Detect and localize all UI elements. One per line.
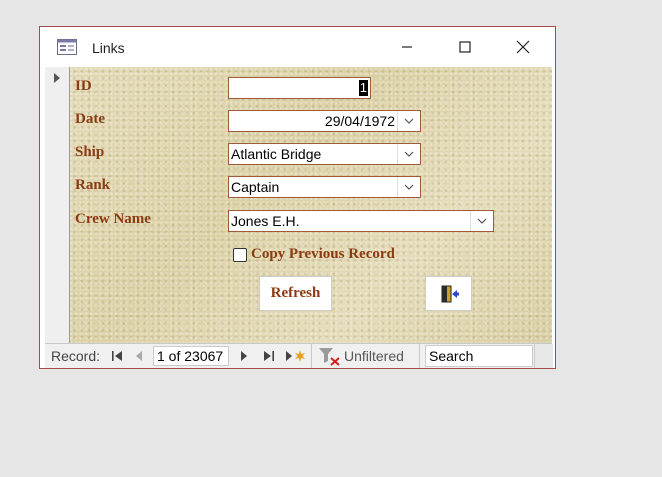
filter-toggle-button[interactable] — [318, 344, 342, 368]
horizontal-scrollbar[interactable] — [534, 344, 553, 368]
previous-record-icon — [136, 351, 142, 361]
ship-label: Ship — [75, 144, 105, 160]
date-dropdown-button[interactable] — [397, 111, 420, 131]
first-record-button[interactable] — [111, 344, 123, 368]
rank-label: Rank — [75, 177, 111, 193]
chevron-down-icon — [404, 184, 414, 190]
id-value: 1 — [358, 80, 368, 96]
minimize-button[interactable] — [385, 34, 429, 60]
copy-previous-record-option[interactable]: Copy Previous Record — [233, 246, 395, 263]
filter-off-icon — [319, 348, 340, 366]
date-value: 29/04/1972 — [324, 113, 395, 129]
filter-status-label[interactable]: Unfiltered — [344, 344, 404, 368]
next-record-button[interactable] — [239, 344, 249, 368]
date-field[interactable]: 29/04/1972 — [228, 110, 421, 132]
copy-previous-record-label: Copy Previous Record — [251, 246, 395, 262]
crew-name-dropdown-button[interactable] — [470, 211, 493, 231]
chevron-down-icon — [477, 218, 487, 224]
ship-value: Atlantic Bridge — [231, 146, 322, 162]
rank-value: Captain — [231, 179, 280, 195]
crew-name-value: Jones E.H. — [231, 213, 300, 229]
close-icon — [516, 40, 530, 54]
copy-previous-record-checkbox[interactable] — [233, 247, 247, 262]
first-record-icon — [112, 351, 122, 361]
close-button[interactable] — [501, 34, 545, 60]
chevron-down-icon — [404, 118, 414, 124]
window-title: Links — [92, 40, 125, 56]
refresh-button[interactable]: Refresh — [259, 276, 332, 311]
nav-separator — [311, 344, 312, 368]
current-record-arrow-icon — [54, 73, 60, 83]
form-window: Links ID 1 Date 29/04/1972 Ship Atlantic… — [39, 26, 556, 369]
ship-dropdown-button[interactable] — [397, 144, 420, 164]
form-icon — [57, 39, 77, 55]
crew-name-combo[interactable]: Jones E.H. — [228, 210, 494, 232]
nav-separator — [419, 344, 420, 368]
record-label: Record: — [51, 348, 101, 364]
form-detail: ID 1 Date 29/04/1972 Ship Atlantic Bridg… — [70, 67, 552, 343]
exit-door-icon — [441, 285, 459, 302]
last-record-icon — [264, 351, 274, 361]
date-label: Date — [75, 111, 105, 127]
next-record-icon — [241, 351, 247, 361]
current-record-input[interactable]: 1 of 23067 — [153, 346, 229, 366]
crew-name-label: Crew Name — [75, 211, 151, 227]
ship-combo[interactable]: Atlantic Bridge — [228, 143, 421, 165]
chevron-down-icon — [404, 151, 414, 157]
new-record-button[interactable] — [285, 344, 307, 368]
record-selector[interactable] — [45, 67, 70, 343]
new-record-icon — [286, 350, 305, 362]
id-label: ID — [75, 78, 92, 94]
maximize-button[interactable] — [443, 34, 487, 60]
id-field[interactable]: 1 — [228, 77, 371, 99]
search-input[interactable]: Search — [425, 345, 533, 367]
title-bar[interactable]: Links — [40, 27, 555, 67]
rank-dropdown-button[interactable] — [397, 177, 420, 197]
previous-record-button[interactable] — [134, 344, 144, 368]
minimize-icon — [402, 46, 412, 48]
rank-combo[interactable]: Captain — [228, 176, 421, 198]
last-record-button[interactable] — [263, 344, 275, 368]
exit-button[interactable] — [425, 276, 472, 311]
maximize-icon — [459, 41, 471, 53]
record-navigation-bar: Record: 1 of 23067 Unfiltered Search — [45, 343, 553, 368]
